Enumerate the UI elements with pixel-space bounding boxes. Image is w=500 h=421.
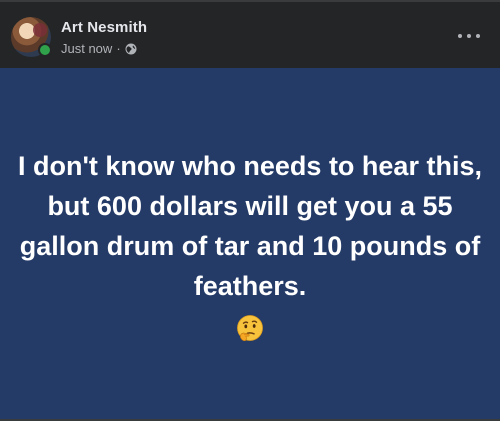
post-header: Art Nesmith Just now · (0, 0, 500, 68)
post-timestamp[interactable]: Just now (61, 41, 112, 56)
globe-icon[interactable] (125, 43, 137, 55)
author-name[interactable]: Art Nesmith (61, 19, 147, 36)
more-dot (476, 34, 480, 38)
post-body[interactable]: I don't know who needs to hear this, but… (0, 68, 500, 419)
thinking-face-icon (237, 314, 263, 341)
online-status-dot (38, 43, 52, 57)
author-avatar[interactable] (11, 17, 52, 57)
meta-separator: · (116, 41, 121, 56)
post-meta: Just now · (61, 41, 137, 56)
post-text: I don't know who needs to hear this, but… (18, 150, 482, 301)
more-dot (458, 34, 462, 38)
more-dot (467, 34, 471, 38)
facebook-post: Art Nesmith Just now · I don't know who … (0, 0, 500, 421)
more-options-button[interactable] (458, 30, 480, 42)
